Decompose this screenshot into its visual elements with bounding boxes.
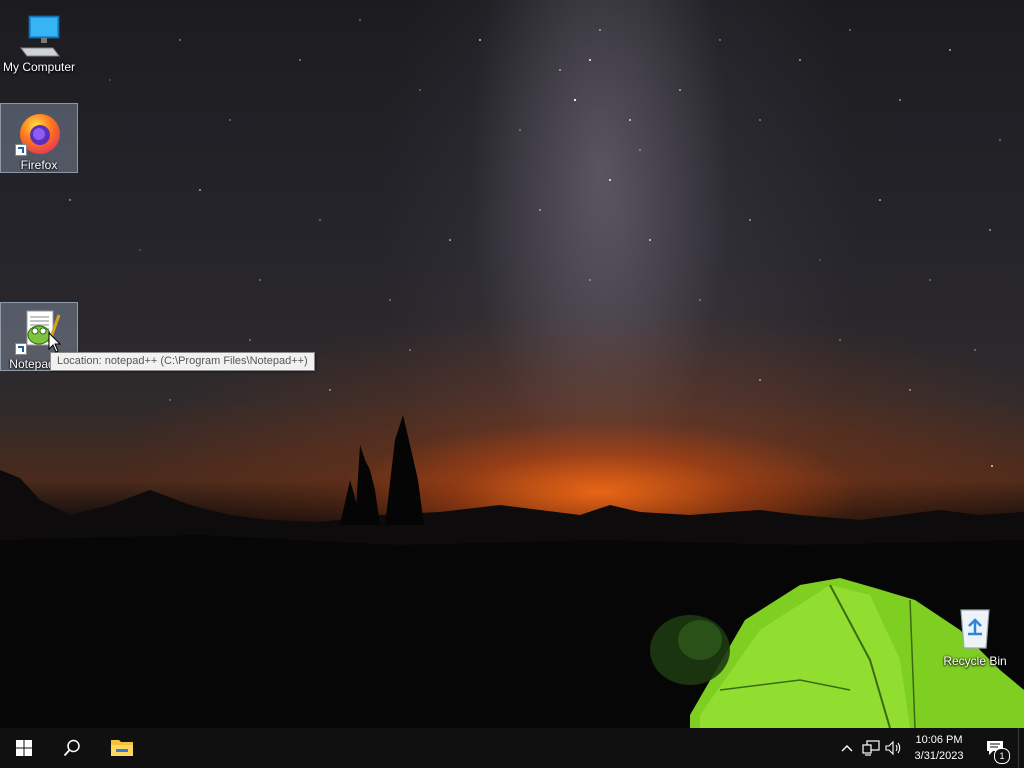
mouse-pointer-icon: [48, 332, 62, 353]
search-button[interactable]: [48, 728, 96, 768]
location-tooltip: Location: notepad++ (C:\Program Files\No…: [50, 352, 315, 371]
search-icon: [63, 739, 80, 757]
notification-count-badge: 1: [994, 748, 1010, 764]
shortcut-arrow-icon: [15, 343, 27, 355]
recycle-bin-icon: [951, 604, 999, 652]
desktop-icon-label: Recycle Bin: [943, 654, 1007, 668]
folder-icon: [111, 740, 133, 756]
start-button[interactable]: [0, 728, 48, 768]
network-button[interactable]: [860, 728, 882, 768]
action-center-button[interactable]: 1: [980, 728, 1010, 768]
chevron-up-icon: [841, 745, 853, 752]
firefox-icon: [15, 108, 63, 156]
network-icon: [862, 740, 880, 756]
file-explorer-button[interactable]: [98, 728, 146, 768]
clock-time: 10:06 PM: [915, 734, 963, 746]
desktop-icon-firefox[interactable]: Firefox: [0, 103, 78, 173]
shortcut-arrow-icon: [15, 144, 27, 156]
show-desktop-button[interactable]: [1018, 728, 1024, 768]
desktop-icon-recycle-bin[interactable]: Recycle Bin: [937, 600, 1013, 668]
computer-icon: [15, 10, 63, 58]
clock-date: 3/31/2023: [914, 750, 964, 762]
taskbar: 10:06 PM 3/31/2023 1: [0, 728, 1024, 768]
taskbar-clock[interactable]: 10:06 PM 3/31/2023: [900, 728, 978, 768]
mountain-landscape: [0, 415, 1024, 728]
windows-logo-icon: [16, 740, 32, 756]
desktop-icon-label: My Computer: [2, 60, 76, 74]
show-hidden-icons-button[interactable]: [838, 728, 856, 768]
desktop-icon-my-computer[interactable]: My Computer: [1, 6, 77, 74]
desktop-icon-label: Firefox: [20, 158, 58, 172]
